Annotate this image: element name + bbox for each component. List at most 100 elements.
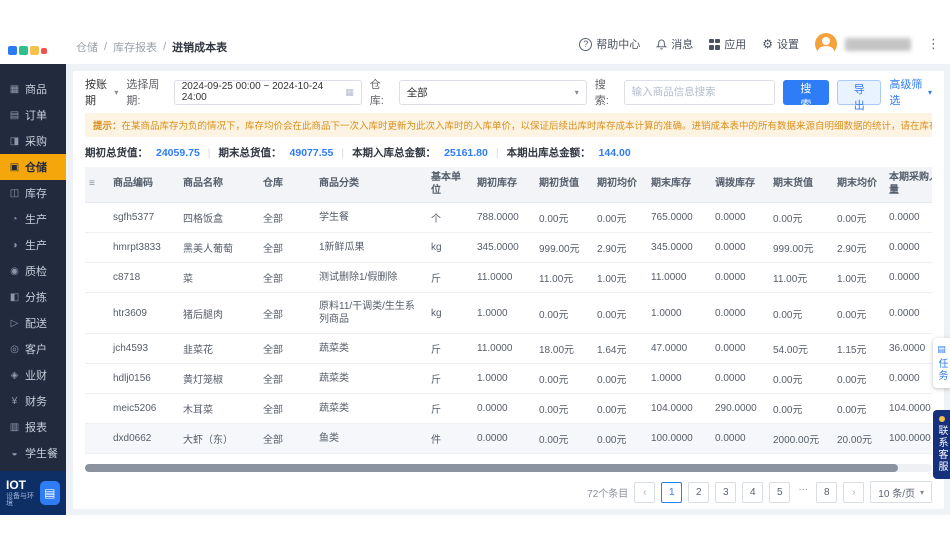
table-row[interactable]: sgfh5377 四格饭盒 全部 学生餐个 788.0000 0.00元 0.00元 765.… [85,202,932,233]
cell-7: 1.00元 [593,262,647,293]
sidebar-item-warehouse[interactable]: ▣ 仓储 [0,154,66,180]
cell-5: 11.0000 [473,262,535,293]
production-2-icon: ◑ [11,239,18,251]
next-page-button[interactable]: › [843,481,865,503]
sidebar-item-delivery[interactable]: ▷ 配送 [0,310,66,336]
sidebar-item-sorting[interactable]: ◧ 分拣 [0,284,66,310]
summary-label: 本期出库总金额： [506,147,591,159]
logo-bar-blue [8,46,17,55]
cell-4: 斤 [427,393,473,424]
cell-5: 788.0000 [473,202,535,233]
apps-button[interactable]: 应用 [709,36,746,52]
sidebar-item-label: 配送 [25,318,47,330]
breadcrumb-warehouse[interactable]: 仓储 [76,39,98,55]
cell-6: 11.00元 [535,262,593,293]
table-row[interactable]: c8718 菜全部 测试删除1/假删除斤 11.0000 11.00元 1.00元 11.0… [85,262,932,293]
tasks-float-tab[interactable]: ▤ 任务 [933,338,950,388]
sidebar-item-quality[interactable]: ◉ 质检 [0,258,66,284]
advanced-filter-link[interactable]: 高级筛选 ▾ [889,76,932,108]
cell-11: 0.00元 [833,202,885,233]
page-button-3[interactable]: 3 [715,481,737,503]
sidebar-item-inventory[interactable]: ◫ 库存 [0,180,66,206]
avatar[interactable] [815,33,837,55]
export-button[interactable]: 导出 [837,79,882,112]
breadcrumb: 仓储 / 库存报表 / 进销成本表 [76,39,227,55]
student-meal-icon: ◒ [11,447,18,459]
column-settings-icon[interactable]: ≡ [89,178,95,189]
date-range-input[interactable]: 2024-09-25 00:00 ~ 2024-10-24 24:00 ▦ [173,79,362,105]
sidebar-item-goods[interactable]: ▦ 商品 [0,76,66,102]
cell-5: 0.0000 [473,453,535,461]
page-button-1[interactable]: 1 [661,481,683,503]
settings-button[interactable]: ⚙ 设置 [762,36,799,52]
cell-3: 学生餐 [315,202,427,233]
cell-8: 100.0000 [647,423,711,454]
logo-bar-yellow [30,46,39,55]
table-row[interactable]: dxd0662 大虾（东） 全部 鱼类件 0.0000 0.00元 0.00元 100.000… [85,423,932,454]
sorting-icon: ◧ [9,291,20,303]
tasks-icon: ▤ [937,344,946,354]
cell-3: 测试删除1/假删除 [315,262,427,293]
search-input[interactable] [623,79,775,105]
sidebar-item-finance[interactable]: ¥ 财务 [0,388,66,414]
help-center-button[interactable]: ? 帮助中心 [579,36,640,52]
warehouse-select[interactable]: 全部 ▾ [398,79,587,105]
username-blurred [845,37,911,51]
sidebar-item-biz-finance[interactable]: ◈ 业财 [0,362,66,388]
sidebar-item-orders[interactable]: ▤ 订单 [0,102,66,128]
logo-bar-green [19,46,28,55]
reports-icon: ▥ [9,421,20,433]
customer-service-float-tab[interactable]: 联系客服 [933,410,950,479]
table-row[interactable]: htr3609 猪后腿肉 全部 原料11/干调类/生生系列商品 kg 1.0000 0.00… [85,292,932,334]
cell-3: 蔬菜类 [315,393,427,424]
cell-2: 全部 [259,202,315,233]
cell-8: 104.0000 [647,393,711,424]
summary-label: 期末总货值： [218,147,282,159]
iot-subtitle: 设备与环境 [6,493,34,507]
cell-1: 大虾（东） [179,423,259,454]
sidebar: ▦ 商品 ▤ 订单 ◨ 采购 ▣ 仓储 ◫ 库存 ◔ 生产 ◑ 生产 ◉ 质检 ◧ 分拣 ▷ 配送 ◎ 客户 ◈ 业财 ¥ 财务 ▥… [0,64,66,515]
page-button-4[interactable]: 4 [742,481,764,503]
page-buttons: 1 2 3 4 5 … 8 [661,481,838,503]
page-button-5[interactable]: 5 [769,481,791,503]
app-logo [8,46,64,55]
sidebar-item-label: 生产 [25,214,47,226]
cell-12: 100.0000 [885,423,932,454]
page-button-2[interactable]: 2 [688,481,710,503]
table-row[interactable]: td7524土豆全部蔬菜类斤0.00000.00元0.00元0.00000.00… [85,453,932,461]
more-options-icon[interactable]: ⋮ [927,36,940,52]
search-button[interactable]: 搜索 [782,79,830,111]
page-button-8[interactable]: 8 [816,481,838,503]
table-row[interactable]: jch4593 韭菜花 全部 蔬菜类斤 11.0000 18.00元 1.64元 47.000… [85,333,932,364]
sidebar-item-customers[interactable]: ◎ 客户 [0,336,66,362]
page-size-select[interactable]: 10 条/页 ▾ [870,481,932,503]
table-row[interactable]: hdlj0156 黄灯笼椒 全部 蔬菜类斤 1.0000 0.00元 0.00元 1.0000… [85,363,932,394]
column-header-0: 商品编码 [109,167,179,203]
breadcrumb-inventory-reports[interactable]: 库存报表 [113,39,157,55]
cell-6: 0.00元 [535,363,593,394]
cell-0: jch4593 [109,333,179,364]
cell-11: 2.90元 [833,232,885,263]
production-icon: ◔ [11,213,18,225]
cell-1: 黄灯笼椒 [179,363,259,394]
sidebar-item-production-2[interactable]: ◑ 生产 [0,232,66,258]
finance-icon: ¥ [11,395,18,407]
messages-button[interactable]: 消息 [656,36,693,52]
period-mode-dropdown[interactable]: 按账期 ▾ [85,76,118,108]
sidebar-item-purchase[interactable]: ◨ 采购 [0,128,66,154]
table-row[interactable]: meic5206 木耳菜 全部 蔬菜类斤 0.0000 0.00元 0.00元 104.000… [85,393,932,424]
iot-panel[interactable]: IOT 设备与环境 ▤ [0,471,66,515]
scrollbar-thumb[interactable] [85,464,899,472]
sidebar-item-production[interactable]: ◔ 生产 [0,206,66,232]
sidebar-item-reports[interactable]: ▥ 报表 [0,414,66,440]
cell-5: 1.0000 [473,363,535,394]
sidebar-item-student-meal[interactable]: ◒ 学生餐 [0,440,66,466]
cell-0: dxd0662 [109,423,179,454]
prev-page-button[interactable]: ‹ [634,481,656,503]
table-row[interactable]: hmrpt3833 黑美人葡萄 全部 1新鲜瓜果 kg 345.0000 999.00元 2.… [85,232,932,263]
column-header-9: 调拨库存 [711,167,769,203]
service-status-icon [938,416,945,422]
cell-7: 0.00元 [593,363,647,394]
app-grid-icon [709,38,721,50]
gear-icon: ⚙ [762,37,773,51]
